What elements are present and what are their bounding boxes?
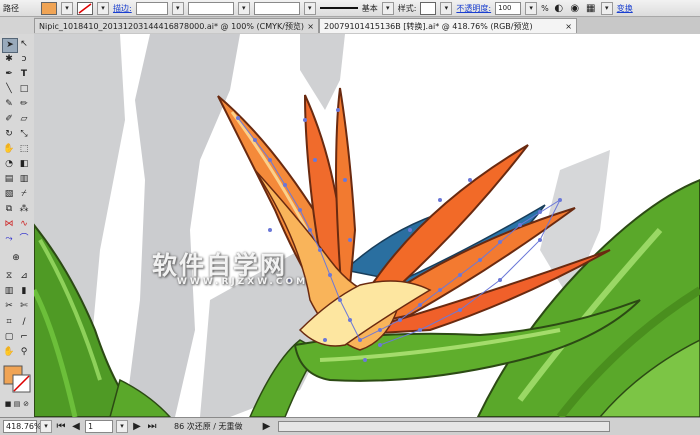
document-tab-bar: Nipic_1018410_20131203144416878000.ai* @…: [34, 17, 700, 35]
envelope-icon[interactable]: ⊿: [17, 270, 31, 283]
recolor-icon[interactable]: ◐: [553, 2, 565, 14]
globe-icon[interactable]: ◉: [569, 2, 581, 14]
blend-icon[interactable]: ⧉: [2, 203, 16, 216]
warp-icon[interactable]: ✋: [2, 143, 16, 156]
stroke-weight-dropdown[interactable]: ▾: [171, 1, 184, 15]
eyedropper-icon[interactable]: ⌿: [17, 188, 31, 201]
paintbrush-icon[interactable]: ✎: [2, 98, 16, 111]
live-paint-icon[interactable]: ◧: [17, 158, 31, 171]
status-menu-icon[interactable]: ▶: [261, 421, 273, 433]
perspective-grid-icon[interactable]: ▤: [2, 173, 16, 186]
reshape-icon[interactable]: ⤳: [2, 233, 16, 246]
hand-icon[interactable]: ✋: [2, 346, 16, 359]
width-icon[interactable]: ⋈: [2, 218, 16, 231]
stroke-dropdown[interactable]: ▾: [97, 1, 109, 15]
stroke-swatch[interactable]: [77, 1, 93, 15]
history-status: 86 次还原 / 无重做: [174, 422, 243, 431]
stroke-preview: [319, 7, 358, 9]
pen-icon[interactable]: ✒: [2, 68, 16, 81]
transform-link[interactable]: 变换: [617, 3, 633, 14]
rotate-icon[interactable]: ↻: [2, 128, 16, 141]
zoom-dropdown[interactable]: ▾: [40, 420, 52, 433]
none-mode-icon[interactable]: ⊘: [19, 398, 33, 411]
control-bar: 路径 ▾ ▾ 描边: ▾ ▾ ▾ 基本 ▾ 样式: ▾ 不透明度: 100 ▾ …: [0, 0, 700, 17]
graph-icon[interactable]: ▥: [2, 285, 16, 298]
pencil-icon[interactable]: ✏: [17, 98, 31, 111]
first-artboard-icon[interactable]: ⏮: [55, 421, 67, 433]
artboard-canvas[interactable]: 软件自学网 WWW.RJZXW.COM: [34, 34, 700, 417]
magic-wand-icon[interactable]: ✱: [2, 53, 16, 66]
measure-icon[interactable]: ∕: [17, 316, 31, 329]
symbol-sprayer-icon[interactable]: ⁂: [17, 203, 31, 216]
gradient-icon[interactable]: ▧: [2, 188, 16, 201]
prev-artboard-icon[interactable]: ◀: [70, 421, 82, 433]
tab-nipic-document[interactable]: Nipic_1018410_20131203144416878000.ai* @…: [34, 18, 319, 33]
align-icon[interactable]: ▦: [585, 2, 597, 14]
zoom-icon[interactable]: ⚲: [17, 346, 31, 359]
artboard-field[interactable]: 1: [85, 420, 113, 433]
opacity-unit: %: [541, 3, 549, 13]
eraser-icon[interactable]: ▱: [17, 113, 31, 126]
tab-active-document[interactable]: 20079101415136B [转换].ai* @ 418.76% (RGB/…: [319, 18, 577, 33]
fill-dropdown[interactable]: ▾: [61, 1, 73, 15]
status-bar: 418.76% ▾ ⏮ ◀ 1 ▾ ▶ ⏭ 86 次还原 / 无重做 ▶: [0, 417, 700, 435]
horizontal-scrollbar[interactable]: [277, 421, 610, 432]
opacity-dropdown[interactable]: ▾: [525, 1, 538, 15]
type-icon[interactable]: T: [17, 68, 31, 81]
next-artboard-icon[interactable]: ▶: [131, 421, 143, 433]
column-graph-icon[interactable]: ▮: [17, 285, 31, 298]
opacity-field[interactable]: 100: [495, 1, 522, 15]
artboard-icon[interactable]: ⌗: [2, 316, 16, 329]
crop-icon[interactable]: ⌐: [17, 331, 31, 344]
tab-label: Nipic_1018410_20131203144416878000.ai* @…: [39, 22, 305, 31]
slice-icon[interactable]: ✂: [2, 300, 16, 313]
scissors-icon[interactable]: ✄: [17, 300, 31, 313]
tools-panel: ➤ ↖ ✱ ↄ ✒ T ╲ □ ✎ ✏ ✐ ▱ ↻ ⤡ ✋ ⬚ ◔ ◧ ▤ ▥ …: [0, 34, 35, 417]
scale-icon[interactable]: ⤡: [17, 128, 31, 141]
graphic-style-dropdown[interactable]: ▾: [440, 1, 453, 15]
artboard-dropdown[interactable]: ▾: [116, 420, 128, 433]
fill-stroke-selector[interactable]: [2, 364, 32, 394]
blob-brush-icon[interactable]: ✐: [2, 113, 16, 126]
variable-width-field[interactable]: [187, 1, 234, 15]
watermark-url: WWW.RJZXW.COM: [177, 277, 309, 287]
line-icon[interactable]: ╲: [2, 83, 16, 96]
variable-width-dropdown[interactable]: ▾: [237, 1, 250, 15]
stroke-label-link[interactable]: 描边:: [113, 3, 132, 14]
rect-grid-icon[interactable]: ▢: [2, 331, 16, 344]
close-icon[interactable]: ×: [565, 19, 572, 33]
selection-icon[interactable]: ➤: [2, 38, 18, 53]
hourglass-icon[interactable]: ⧖: [2, 270, 16, 283]
direct-selection-icon[interactable]: ↖: [17, 38, 31, 51]
opacity-label-link[interactable]: 不透明度:: [456, 3, 491, 14]
globe-icon[interactable]: ⊕: [9, 252, 23, 265]
lasso-icon[interactable]: ↄ: [17, 53, 31, 66]
style-label: 样式:: [397, 3, 417, 13]
stroke-style-dropdown[interactable]: ▾: [381, 1, 394, 15]
close-icon[interactable]: ×: [307, 19, 314, 33]
fill-swatch[interactable]: [41, 1, 57, 15]
brush-field[interactable]: [253, 1, 300, 15]
mesh-icon[interactable]: ▥: [17, 173, 31, 186]
last-artboard-icon[interactable]: ⏭: [146, 421, 158, 433]
shape-builder-icon[interactable]: ◔: [2, 158, 16, 171]
align-dropdown[interactable]: ▾: [600, 1, 613, 15]
stroke-weight-field[interactable]: [135, 1, 168, 15]
stroke-style-label: 基本: [361, 3, 378, 13]
tab-label: 20079101415136B [转换].ai* @ 418.76% (RGB/…: [324, 22, 533, 31]
warp-tool-icon[interactable]: ∿: [17, 218, 31, 231]
free-transform-icon[interactable]: ⬚: [17, 143, 31, 156]
bird-of-paradise-artwork: [34, 34, 700, 417]
brush-dropdown[interactable]: ▾: [303, 1, 316, 15]
object-type-label: 路径: [3, 3, 19, 13]
zoom-field[interactable]: 418.76%: [3, 420, 42, 433]
curve-icon[interactable]: ⌒: [17, 233, 31, 246]
graphic-style-swatch[interactable]: [420, 1, 437, 15]
rectangle-icon[interactable]: □: [17, 83, 31, 96]
